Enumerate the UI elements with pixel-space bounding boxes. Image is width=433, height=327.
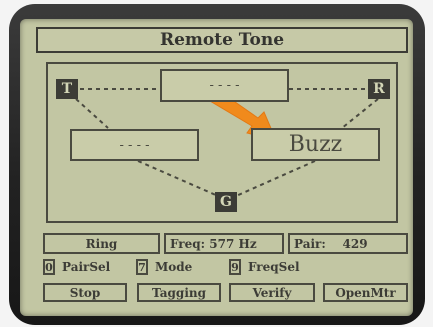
frequency-value: 577 Hz — [209, 236, 257, 251]
ring-ground-field: Buzz — [251, 128, 380, 161]
hotkey-mode-label: Mode — [155, 260, 193, 274]
frequency-label: Freq: — [170, 236, 206, 251]
ring-node-icon: R — [368, 79, 390, 99]
verify-button[interactable]: Verify — [229, 283, 315, 302]
ground-node-icon: G — [215, 192, 237, 212]
hotkey-pairsel[interactable]: 0 PairSel — [43, 258, 110, 276]
hotkey-freqsel[interactable]: 9 FreqSel — [229, 258, 300, 276]
key-9-icon: 9 — [229, 259, 241, 275]
key-7-icon: 7 — [136, 259, 148, 275]
hotkey-mode[interactable]: 7 Mode — [136, 258, 192, 276]
tip-node-icon: T — [56, 79, 78, 99]
tip-ring-field: - - - - — [160, 69, 289, 102]
frequency-status: Freq: 577 Hz — [164, 233, 284, 254]
pair-value: 429 — [342, 236, 368, 251]
hotkey-freqsel-label: FreqSel — [248, 260, 300, 274]
diagram-lines — [75, 87, 379, 197]
mode-status: Ring — [43, 233, 160, 254]
openmtr-button[interactable]: OpenMtr — [323, 283, 408, 302]
hotkey-pairsel-label: PairSel — [62, 260, 111, 274]
pair-label: Pair: — [294, 236, 326, 251]
tagging-button[interactable]: Tagging — [137, 283, 221, 302]
stop-button[interactable]: Stop — [43, 283, 127, 302]
tip-ground-field: - - - - — [70, 129, 199, 161]
key-0-icon: 0 — [43, 259, 55, 275]
pair-status: Pair: 429 — [288, 233, 408, 254]
